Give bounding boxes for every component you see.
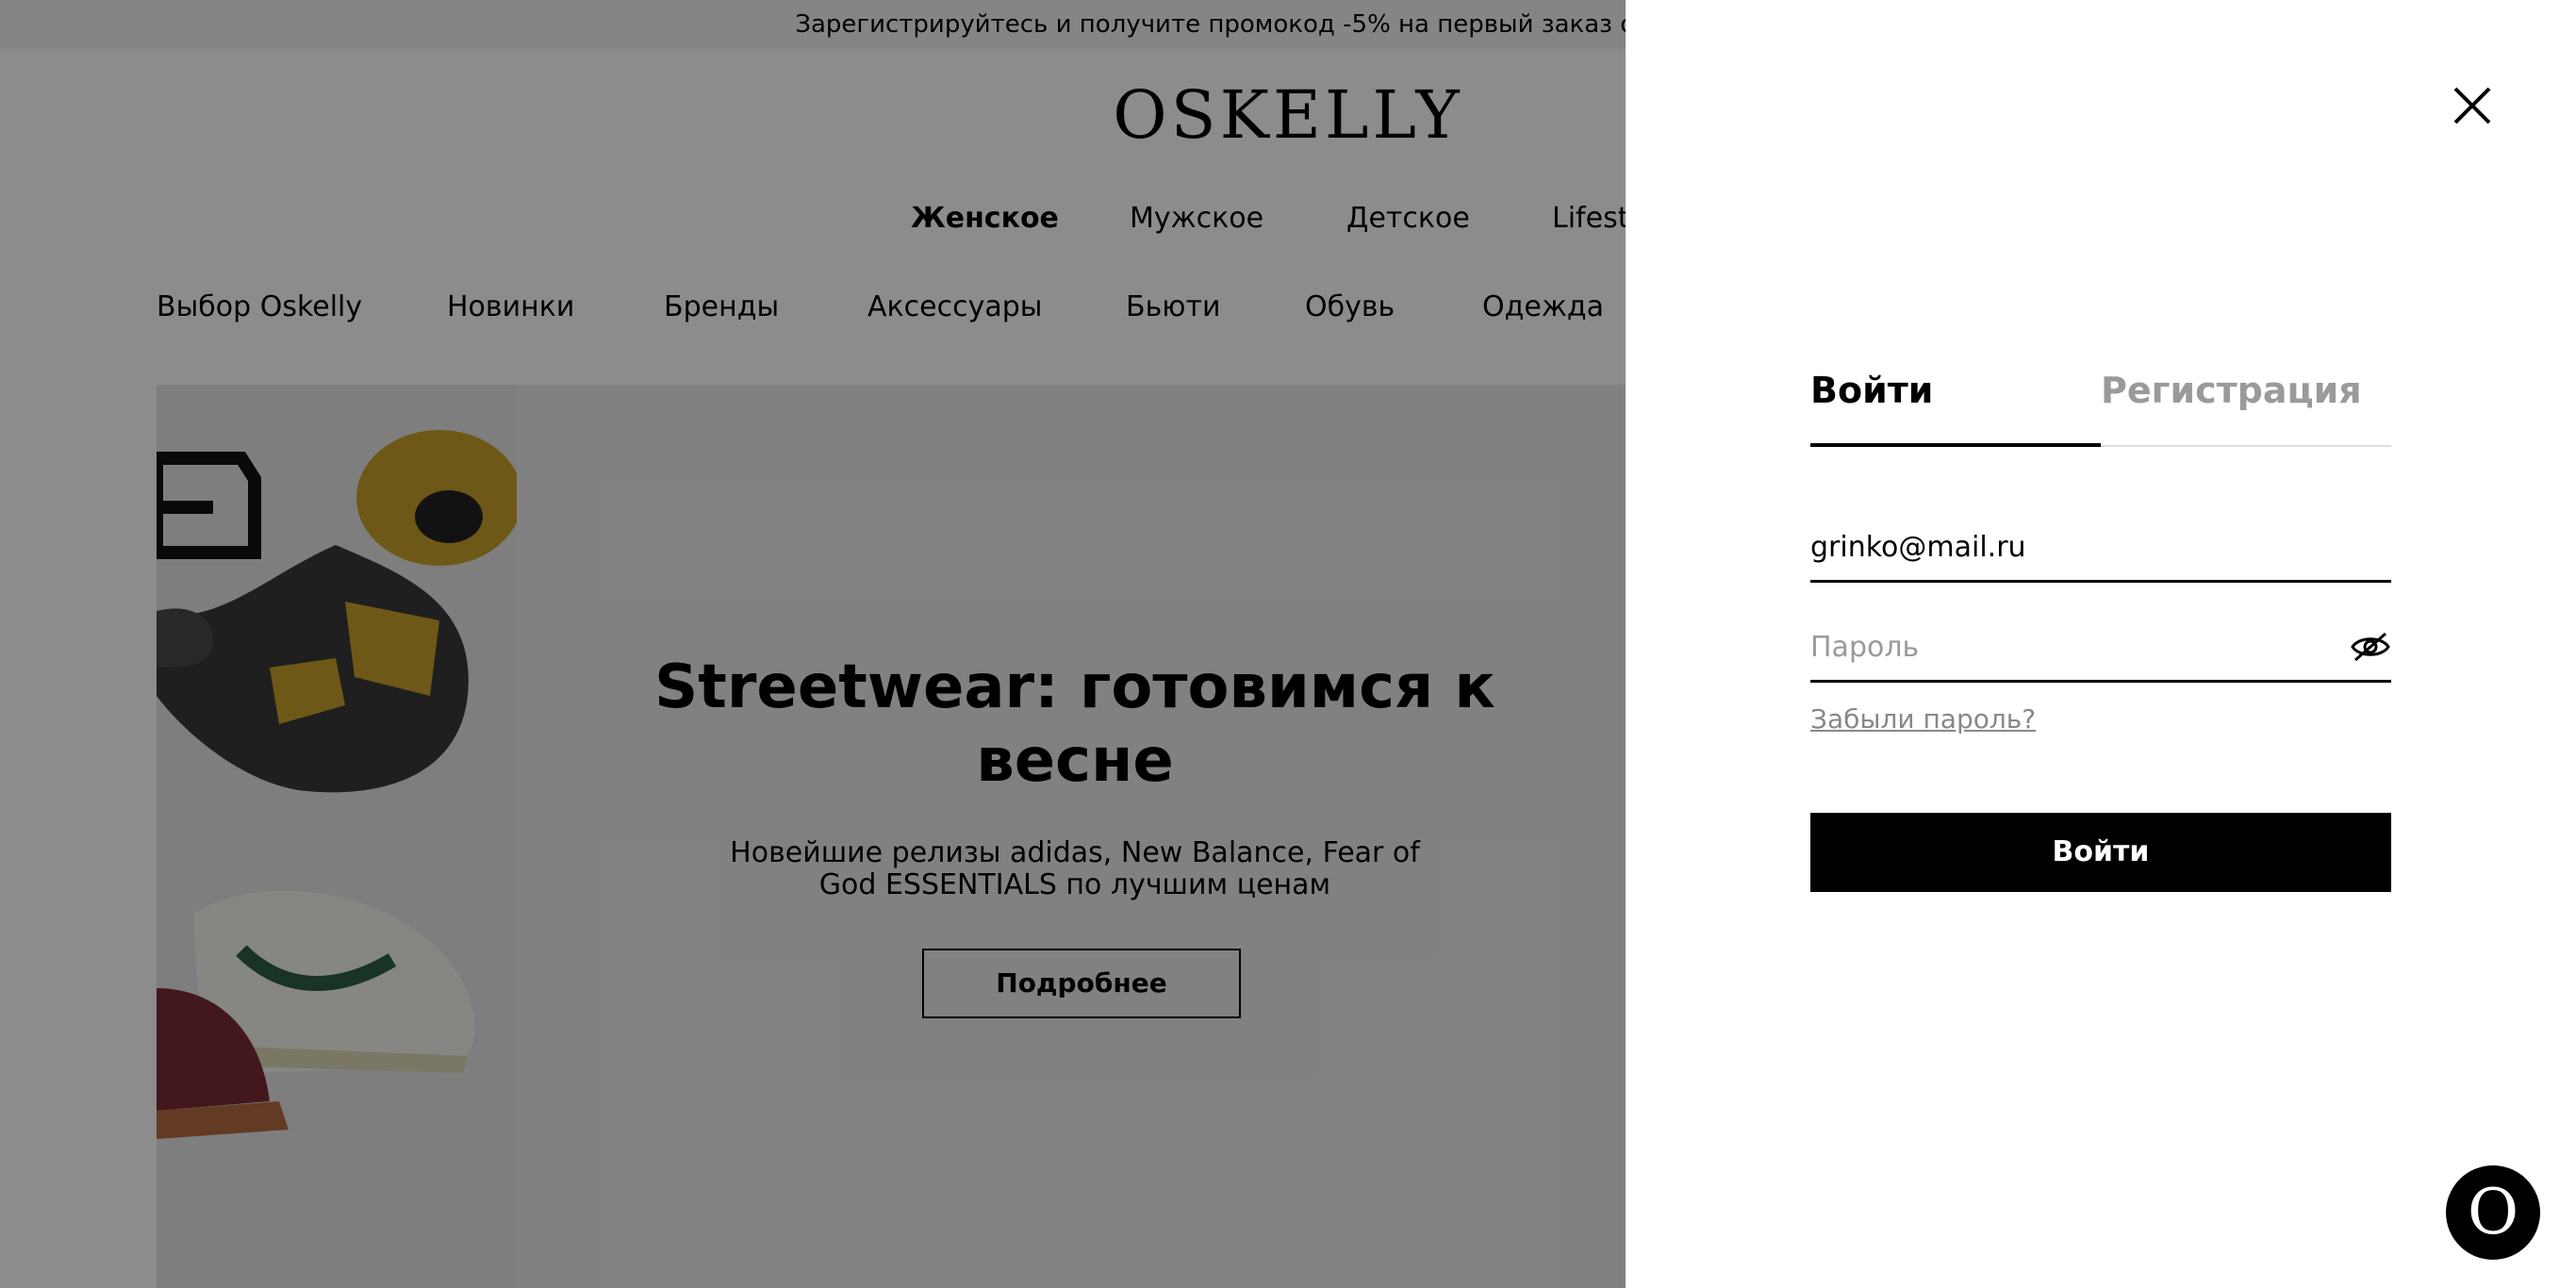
close-icon[interactable]	[2452, 85, 2493, 126]
tab-register[interactable]: Регистрация	[2101, 364, 2362, 445]
tab-login[interactable]: Войти	[1810, 364, 2101, 447]
auth-tabs: Войти Регистрация	[1810, 364, 2391, 447]
login-submit-button[interactable]: Войти	[1810, 813, 2391, 892]
email-input[interactable]	[1810, 517, 2338, 577]
email-field	[1810, 517, 2391, 583]
auth-drawer: Войти Регистрация Забыли пароль? Войти	[1626, 0, 2576, 1288]
page: Зарегистрируйтесь и получите промокод -5…	[0, 0, 2576, 1288]
oskelly-chat-icon[interactable]: O	[2446, 1165, 2540, 1260]
chat-glyph: O	[2467, 1176, 2519, 1248]
eye-off-icon[interactable]	[2350, 630, 2391, 664]
password-input[interactable]	[1810, 617, 2338, 677]
forgot-password-link[interactable]: Забыли пароль?	[1810, 703, 2036, 735]
password-field	[1810, 617, 2391, 683]
